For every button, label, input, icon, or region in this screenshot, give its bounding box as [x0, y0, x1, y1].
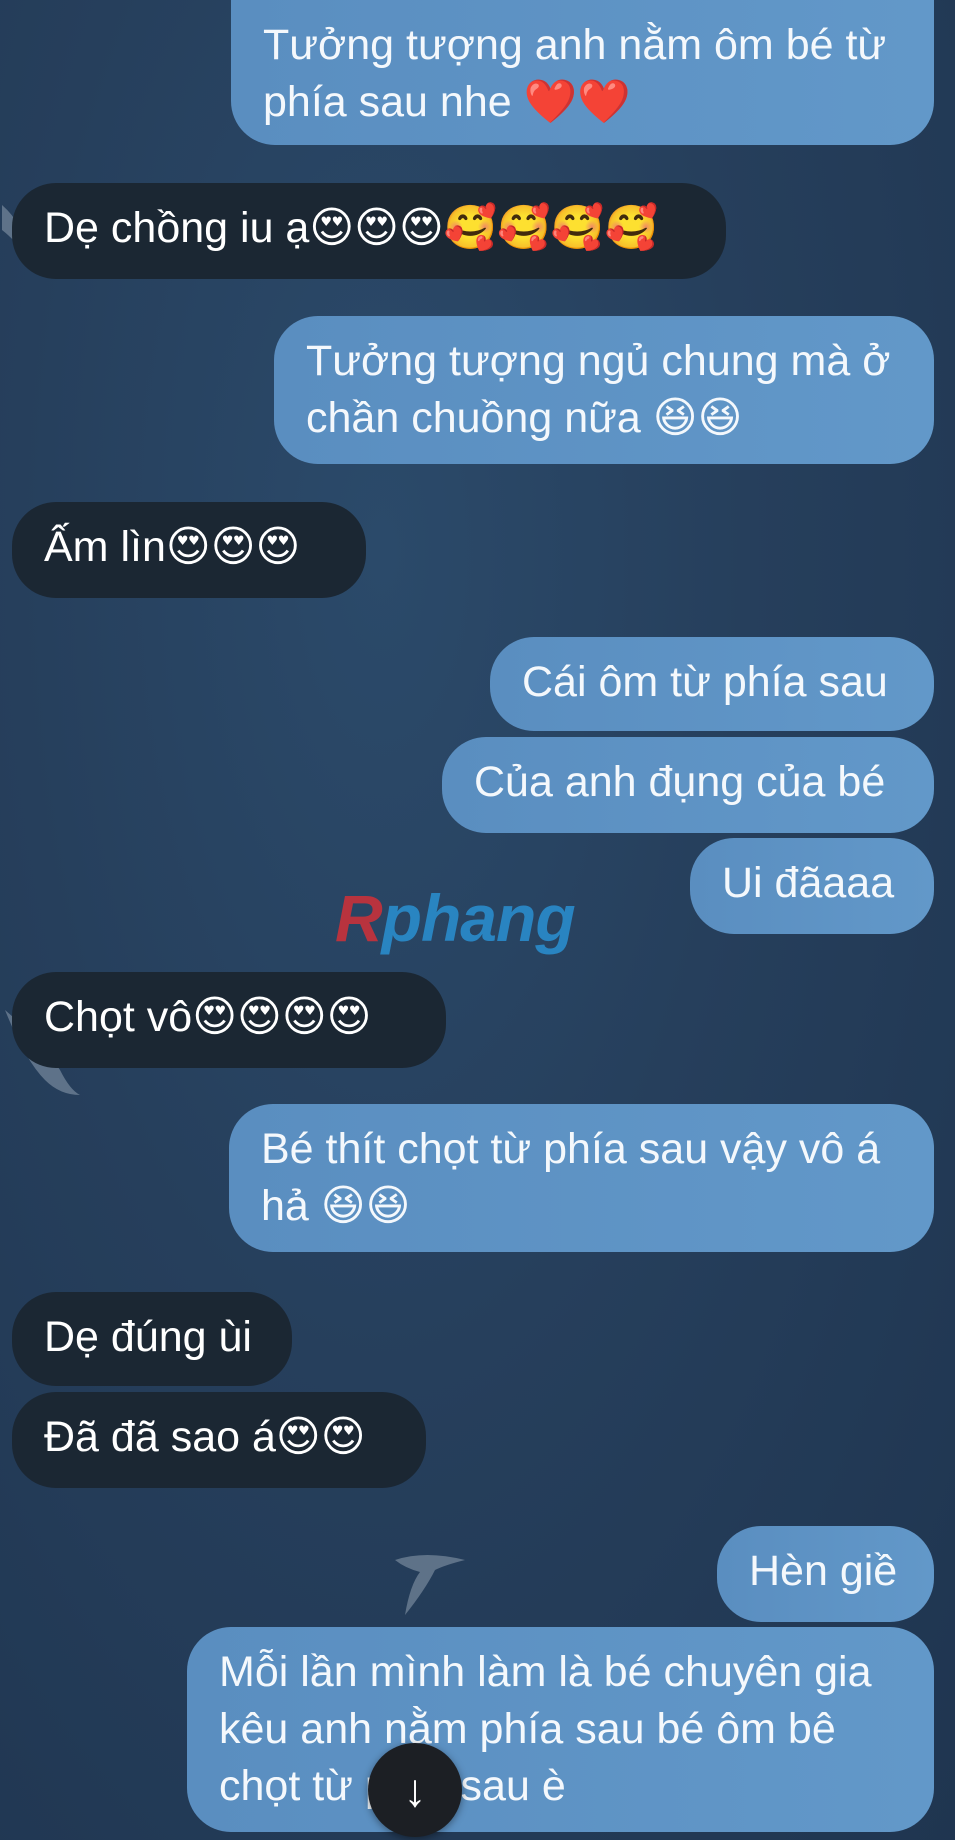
- chat-area[interactable]: Tưởng tượng anh nằm ôm bé từ phía sau nh…: [0, 0, 955, 1840]
- message-bubble-incoming[interactable]: Dẹ đúng ùi: [12, 1292, 292, 1386]
- message-bubble-incoming[interactable]: Chọt vô😍😍😍😍: [12, 972, 446, 1068]
- message-bubble-outgoing[interactable]: Hèn giề: [717, 1526, 934, 1622]
- message-bubble-incoming[interactable]: Ấm lìn😍😍😍: [12, 502, 366, 598]
- watermark-logo: Rphang: [335, 881, 576, 955]
- message-bubble-outgoing[interactable]: Bé thít chọt từ phía sau vậy vô á hả 😆😆: [229, 1104, 934, 1252]
- message-bubble-incoming[interactable]: Dẹ chồng iu ạ😍😍😍🥰🥰🥰🥰: [12, 183, 726, 279]
- scroll-to-bottom-button[interactable]: ↓: [368, 1743, 462, 1837]
- message-bubble-outgoing[interactable]: Mỗi lần mình làm là bé chuyên gia kêu an…: [187, 1627, 934, 1832]
- message-bubble-outgoing[interactable]: Tưởng tượng anh nằm ôm bé từ phía sau nh…: [231, 0, 934, 145]
- message-bubble-outgoing[interactable]: Ui đãaaa: [690, 838, 934, 934]
- message-bubble-incoming[interactable]: Đã đã sao á😍😍: [12, 1392, 426, 1488]
- message-bubble-outgoing[interactable]: Của anh đụng của bé: [442, 737, 934, 833]
- message-bubble-outgoing[interactable]: Cái ôm từ phía sau: [490, 637, 934, 731]
- arrow-down-icon: ↓: [403, 1764, 427, 1816]
- bird-decoration-2: [395, 1555, 465, 1615]
- message-bubble-outgoing[interactable]: Tưởng tượng ngủ chung mà ở chần chuồng n…: [274, 316, 934, 464]
